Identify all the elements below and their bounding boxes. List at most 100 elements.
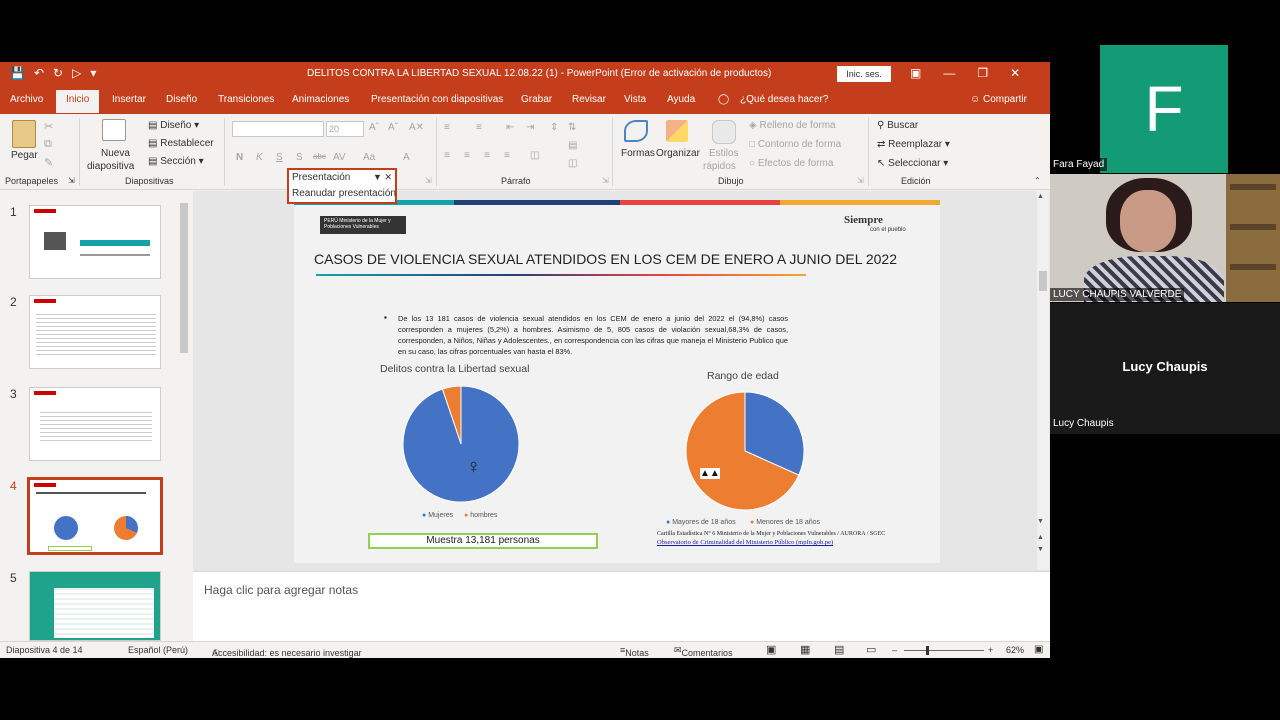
redo-icon[interactable]: ↻ (53, 66, 63, 80)
scroll-up-icon[interactable]: ▲ (1037, 193, 1044, 200)
slide-thumbnail-4[interactable] (27, 477, 163, 555)
underline-icon[interactable]: S (276, 152, 283, 163)
cut-icon[interactable]: ✂ (44, 120, 53, 133)
resume-presentation-link[interactable]: Reanudar presentación (292, 188, 396, 199)
tab-inicio[interactable]: Inicio (56, 90, 100, 113)
justify-icon[interactable]: ≡ (504, 150, 510, 161)
slide-thumbnail-1[interactable] (29, 205, 161, 279)
section-button[interactable]: ▤ Sección ▾ (148, 156, 204, 167)
share-button[interactable]: ☺ Compartir (970, 94, 1027, 105)
smartart-icon[interactable]: ◫ (568, 158, 577, 169)
paragraph-launcher-icon[interactable]: ⇲ (602, 176, 609, 185)
zoom-out-icon[interactable]: – (892, 645, 897, 655)
slide-thumbnail-5[interactable] (29, 571, 161, 641)
zoom-slider-thumb[interactable] (926, 646, 929, 655)
customize-qat-icon[interactable]: ▾ (90, 66, 96, 80)
new-slide-label-1[interactable]: Nueva (101, 148, 130, 159)
shape-fill-button[interactable]: ◈ Relleno de forma (749, 120, 836, 131)
copy-icon[interactable]: ⧉ (44, 138, 52, 151)
current-slide[interactable]: PERÚ Ministerio de la Mujer y Poblacione… (294, 200, 940, 563)
zoom-level[interactable]: 62% (1006, 645, 1024, 655)
paste-icon[interactable] (12, 120, 36, 148)
arrange-button[interactable]: Organizar (656, 148, 700, 159)
reset-button[interactable]: ▤ Restablecer (148, 138, 214, 149)
select-button[interactable]: ↖ Seleccionar ▾ (877, 158, 948, 169)
increase-font-icon[interactable]: Aˆ (369, 122, 379, 133)
new-slide-icon[interactable] (102, 119, 126, 141)
bold-icon[interactable]: N (236, 152, 243, 163)
font-launcher-icon[interactable]: ⇲ (425, 176, 432, 185)
bullets-icon[interactable]: ≡ (444, 122, 450, 133)
tab-vista[interactable]: Vista (624, 94, 646, 105)
undo-icon[interactable]: ↶ (34, 66, 44, 80)
shadow-icon[interactable]: S (296, 152, 303, 163)
tab-animaciones[interactable]: Animaciones (292, 94, 349, 105)
source-link[interactable]: Observatorio de Criminalidad del Ministe… (657, 539, 833, 546)
editor-scrollbar[interactable]: ▲ ▼ ▲ ▼ (1037, 191, 1049, 570)
spacing-icon[interactable]: AV (333, 152, 346, 163)
scroll-down-icon[interactable]: ▼ (1037, 518, 1044, 525)
tab-insertar[interactable]: Insertar (112, 94, 146, 105)
quick-styles-label-2[interactable]: rápidos (703, 161, 736, 172)
fit-to-window-icon[interactable]: ▣ (1034, 644, 1043, 655)
ribbon-display-icon[interactable]: ▣ (910, 66, 921, 80)
find-button[interactable]: ⚲ Buscar (877, 120, 918, 131)
normal-view-icon[interactable]: ▣ (766, 643, 776, 656)
reading-view-icon[interactable]: ▤ (834, 643, 844, 656)
decrease-font-icon[interactable]: Aˇ (388, 122, 398, 133)
tab-transiciones[interactable]: Transiciones (218, 94, 274, 105)
layout-button[interactable]: ▤ Diseño ▾ (148, 120, 199, 131)
zoom-in-icon[interactable]: + (988, 645, 993, 655)
participant-tile-fara[interactable]: F Fara Fayad (1050, 45, 1280, 173)
comments-toggle[interactable]: ✉ Comentarios (674, 645, 733, 658)
shape-outline-button[interactable]: □ Contorno de forma (749, 139, 841, 150)
slideshow-view-icon[interactable]: ▭ (866, 643, 876, 656)
columns-icon[interactable]: ◫ (530, 150, 539, 161)
language-status[interactable]: Español (Perú) (128, 645, 188, 655)
new-slide-label-2[interactable]: diapositiva (87, 161, 134, 172)
shapes-icon[interactable] (624, 120, 648, 142)
quick-styles-label-1[interactable]: Estilos (709, 148, 738, 159)
tab-ayuda[interactable]: Ayuda (667, 94, 695, 105)
line-spacing-icon[interactable]: ⇕ (550, 122, 558, 133)
align-right-icon[interactable]: ≡ (484, 150, 490, 161)
sign-in-button[interactable]: Inic. ses. (837, 66, 891, 82)
close-icon[interactable]: ✕ (1010, 66, 1020, 80)
notes-toggle[interactable]: ≡ Notas (620, 645, 649, 658)
popup-close-icon[interactable]: ✕ (384, 172, 392, 182)
thumbnails-scrollbar[interactable] (179, 191, 189, 641)
arrange-icon[interactable] (666, 120, 688, 142)
clipboard-launcher-icon[interactable]: ⇲ (68, 176, 75, 185)
tab-revisar[interactable]: Revisar (572, 94, 606, 105)
slide-thumbnail-2[interactable] (29, 295, 161, 369)
minimize-icon[interactable]: — (943, 66, 955, 80)
zoom-slider[interactable] (904, 650, 984, 651)
slide-sorter-icon[interactable]: ▦ (800, 643, 810, 656)
font-name-input[interactable] (232, 121, 324, 137)
align-left-icon[interactable]: ≡ (444, 150, 450, 161)
participant-video-lucy[interactable]: LUCY CHAUPIS VALVERDE (1050, 174, 1280, 302)
start-slideshow-icon[interactable]: ▷ (72, 66, 81, 80)
align-center-icon[interactable]: ≡ (464, 150, 470, 161)
strikethrough-icon[interactable]: abc (313, 152, 326, 161)
slide-thumbnail-3[interactable] (29, 387, 161, 461)
font-color-icon[interactable]: A (403, 152, 410, 163)
save-icon[interactable]: 💾 (10, 66, 25, 80)
decrease-indent-icon[interactable]: ⇤ (506, 122, 514, 133)
tab-archivo[interactable]: Archivo (10, 94, 43, 105)
font-size-input[interactable]: 20 (326, 121, 364, 137)
italic-icon[interactable]: K (256, 152, 263, 163)
next-slide-icon[interactable]: ▼ (1037, 546, 1044, 553)
quick-styles-icon[interactable] (712, 120, 736, 144)
tab-diseno[interactable]: Diseño (166, 94, 197, 105)
tab-presentacion[interactable]: Presentación con diapositivas (371, 94, 503, 105)
notes-pane[interactable]: Haga clic para agregar notas (193, 571, 1050, 641)
increase-indent-icon[interactable]: ⇥ (526, 122, 534, 133)
case-icon[interactable]: Aa (363, 152, 375, 163)
replace-button[interactable]: ⇄ Reemplazar ▾ (877, 139, 950, 150)
popup-dropdown-icon[interactable]: ▼ (373, 172, 382, 182)
participant-tile-lucy[interactable]: Lucy Chaupis Lucy Chaupis (1050, 303, 1280, 434)
tab-grabar[interactable]: Grabar (521, 94, 552, 105)
paste-button[interactable]: Pegar (11, 150, 38, 161)
clear-format-icon[interactable]: A✕ (409, 122, 424, 133)
